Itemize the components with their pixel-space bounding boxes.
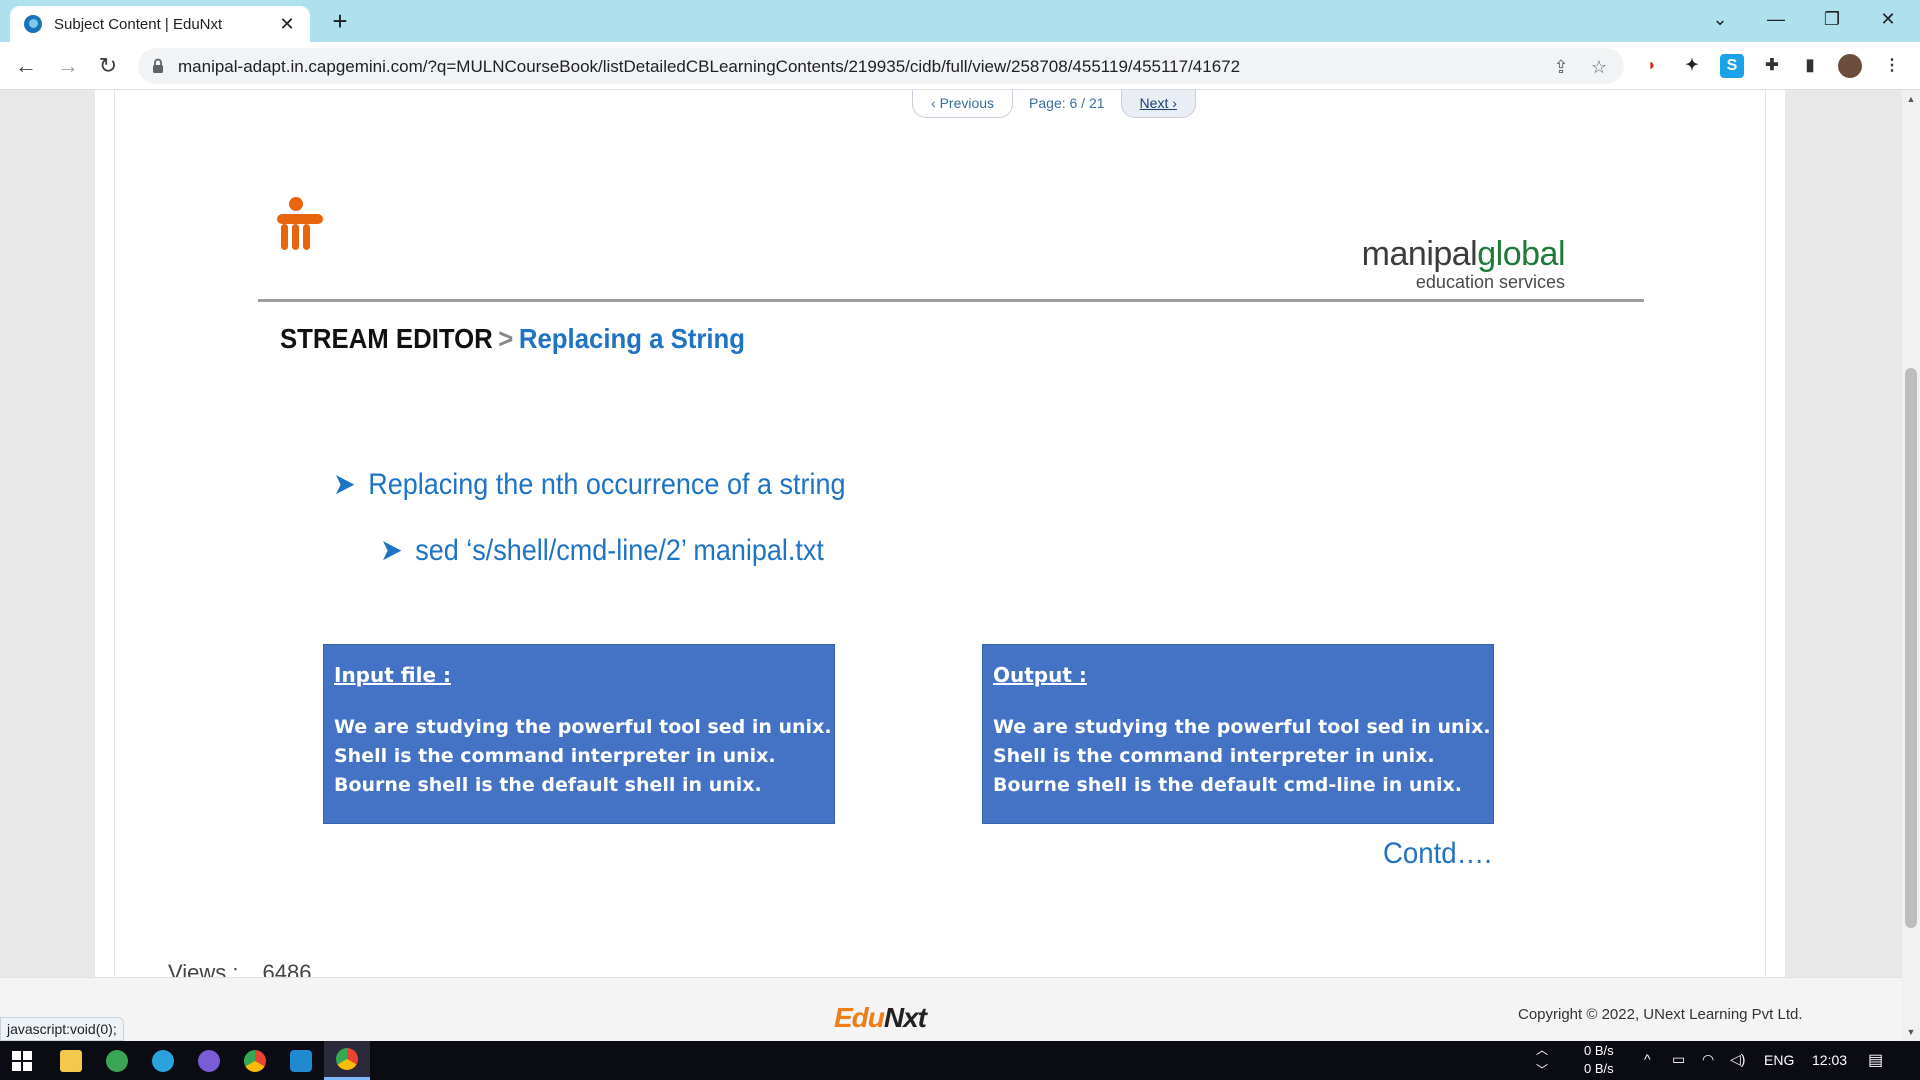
output-box-title: Output : xyxy=(993,663,1087,687)
extensions-puzzle-icon[interactable]: ✚ xyxy=(1760,54,1784,78)
manipal-global-brand: manipalglobal education services xyxy=(1361,235,1566,293)
side-panel-icon[interactable]: ▮ xyxy=(1798,54,1822,78)
restore-button[interactable]: ❐ xyxy=(1804,0,1860,38)
network-upload-rate: 0 B/s xyxy=(1584,1043,1614,1058)
menu-kebab-icon[interactable]: ⋮ xyxy=(1880,54,1904,78)
output-line: Shell is the command interpreter in unix… xyxy=(993,745,1435,767)
vscode-icon[interactable] xyxy=(278,1041,324,1080)
reload-icon[interactable]: ↻ xyxy=(92,50,124,82)
header-divider xyxy=(258,299,1644,302)
logo-part-2: Nxt xyxy=(883,1002,927,1033)
bullet-1-text: Replacing the nth occurrence of a string xyxy=(368,467,846,501)
output-box: Output : We are studying the powerful to… xyxy=(982,644,1494,824)
scroll-up-icon[interactable]: ▲ xyxy=(1902,90,1920,108)
extension-icon[interactable]: ✦ xyxy=(1680,54,1704,78)
url-text: manipal-adapt.in.capgemini.com/?q=MULNCo… xyxy=(178,57,1241,76)
input-file-box: Input file : We are studying the powerfu… xyxy=(323,644,835,824)
continued-label: Contd…. xyxy=(1383,837,1492,870)
brand-name-part-1: manipal xyxy=(1361,235,1478,273)
tray-chevron-down-icon[interactable]: ﹀ xyxy=(1536,1061,1548,1078)
scroll-down-icon[interactable]: ▼ xyxy=(1902,1023,1920,1041)
tab-title: Subject Content | EduNxt xyxy=(54,15,223,33)
show-hidden-icons-icon[interactable]: ^ xyxy=(1644,1051,1651,1067)
pocket-extension-icon[interactable]: ◗ xyxy=(1640,54,1664,78)
input-box-title: Input file : xyxy=(334,663,451,687)
manipal-logo-icon xyxy=(277,197,323,250)
scrollbar-thumb[interactable] xyxy=(1905,368,1917,928)
lock-icon xyxy=(153,58,163,73)
breadcrumb-section: STREAM EDITOR xyxy=(280,323,493,354)
slide-breadcrumb: STREAM EDITOR > Replacing a String xyxy=(280,323,745,355)
page-footer: EduNxt Copyright © 2022, UNext Learning … xyxy=(0,977,1902,1041)
input-line: Shell is the command interpreter in unix… xyxy=(334,745,776,767)
new-tab-button[interactable]: + xyxy=(324,6,356,38)
language-indicator[interactable]: ENG xyxy=(1764,1052,1794,1068)
address-bar[interactable]: manipal-adapt.in.capgemini.com/?q=MULNCo… xyxy=(138,48,1624,84)
s-extension-icon[interactable]: S xyxy=(1720,54,1744,78)
content-frame: ‹ Previous Page: 6 / 21 Next › manipalgl… xyxy=(114,90,1766,977)
breadcrumb-separator: > xyxy=(498,323,514,354)
browser-toolbar: ← → ↻ manipal-adapt.in.capgemini.com/?q=… xyxy=(0,42,1920,90)
forward-icon[interactable]: → xyxy=(52,50,84,82)
windows-start-icon[interactable] xyxy=(12,1051,32,1071)
profile-avatar[interactable] xyxy=(1838,54,1862,78)
page-scrollbar[interactable]: ▲ ▼ xyxy=(1902,90,1920,1041)
output-line: Bourne shell is the default cmd-line in … xyxy=(993,774,1462,796)
chrome-icon[interactable] xyxy=(232,1041,278,1080)
back-icon[interactable]: ← xyxy=(10,50,42,82)
pagination: ‹ Previous Page: 6 / 21 Next › xyxy=(912,90,1196,118)
brand-name-part-2: global xyxy=(1477,235,1565,273)
copyright-text: Copyright © 2022, UNext Learning Pvt Ltd… xyxy=(1518,1006,1803,1023)
edunxt-logo: EduNxt xyxy=(834,1002,927,1034)
output-line: We are studying the powerful tool sed in… xyxy=(993,716,1491,738)
brand-tagline: education services xyxy=(1415,272,1565,292)
notifications-icon[interactable]: ▤ xyxy=(1868,1050,1883,1070)
taskbar-app-green-icon[interactable] xyxy=(94,1041,140,1080)
telegram-icon[interactable] xyxy=(140,1041,186,1080)
chrome-active-icon[interactable] xyxy=(324,1041,370,1080)
arrow-bullet-icon: ➤ xyxy=(380,534,403,567)
previous-label: Previous xyxy=(939,95,995,111)
network-download-rate: 0 B/s xyxy=(1584,1061,1614,1076)
bullet-level-2: ➤ sed ‘s/shell/cmd-line/2’ manipal.txt xyxy=(380,533,824,568)
taskbar-app-icon[interactable] xyxy=(186,1041,232,1080)
breadcrumb-topic: Replacing a String xyxy=(518,323,746,354)
views-counter: Views : 6486 xyxy=(168,960,311,977)
next-label: Next xyxy=(1139,95,1169,111)
battery-icon[interactable]: ▭ xyxy=(1672,1051,1685,1068)
edunxt-favicon-icon xyxy=(24,15,42,33)
wifi-icon[interactable]: ◠ xyxy=(1702,1051,1714,1068)
clock-time[interactable]: 12:03 xyxy=(1812,1052,1847,1068)
arrow-bullet-icon: ➤ xyxy=(333,468,356,501)
page-viewport: ‹ Previous Page: 6 / 21 Next › manipalgl… xyxy=(0,90,1902,977)
close-tab-icon[interactable]: ✕ xyxy=(276,14,298,35)
windows-taskbar: ︿ ﹀ 0 B/s 0 B/s ^ ▭ ◠ ◁) ENG 12:03 ▤ xyxy=(0,1041,1920,1080)
minimize-button[interactable]: — xyxy=(1748,0,1804,38)
bullet-level-1: ➤ Replacing the nth occurrence of a stri… xyxy=(333,467,846,502)
previous-button[interactable]: ‹ Previous xyxy=(912,90,1014,118)
tray-chevron-up-icon[interactable]: ︿ xyxy=(1536,1041,1548,1058)
share-icon[interactable]: ⇪ xyxy=(1548,54,1574,80)
volume-icon[interactable]: ◁) xyxy=(1730,1051,1745,1068)
browser-tab[interactable]: Subject Content | EduNxt ✕ xyxy=(10,6,310,42)
bookmark-star-icon[interactable]: ☆ xyxy=(1586,54,1612,80)
input-line: We are studying the powerful tool sed in… xyxy=(334,716,832,738)
next-button[interactable]: Next › xyxy=(1120,90,1196,118)
file-explorer-icon[interactable] xyxy=(48,1041,94,1080)
close-window-button[interactable]: ✕ xyxy=(1860,0,1916,38)
views-label: Views : xyxy=(168,960,239,977)
page-indicator: Page: 6 / 21 xyxy=(1029,95,1105,111)
status-bar-url: javascript:void(0); xyxy=(0,1017,124,1041)
input-line: Bourne shell is the default shell in uni… xyxy=(334,774,762,796)
tab-strip: Subject Content | EduNxt ✕ + ⌄ — ❐ ✕ xyxy=(0,0,1920,42)
logo-part-1: Edu xyxy=(834,1002,885,1033)
tab-search-icon[interactable]: ⌄ xyxy=(1692,0,1748,38)
content-card: ‹ Previous Page: 6 / 21 Next › manipalgl… xyxy=(95,90,1785,977)
views-count: 6486 xyxy=(262,960,312,977)
bullet-2-text: sed ‘s/shell/cmd-line/2’ manipal.txt xyxy=(415,533,824,567)
